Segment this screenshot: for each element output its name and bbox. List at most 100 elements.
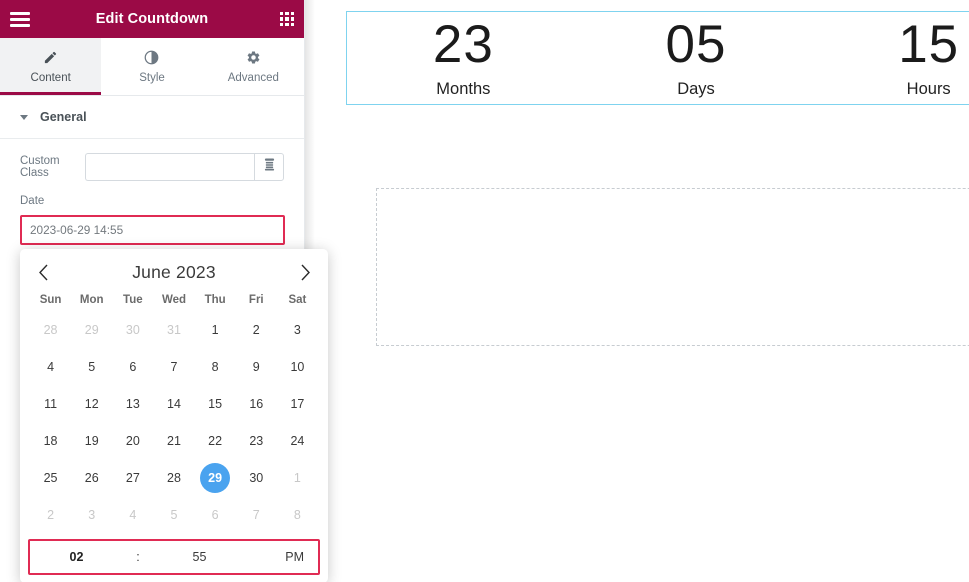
datepicker-day[interactable]: 30 <box>112 311 153 348</box>
database-stack-icon <box>264 158 275 176</box>
datepicker-day[interactable]: 3 <box>71 496 112 533</box>
datepicker-day[interactable]: 14 <box>153 385 194 422</box>
datepicker-day[interactable]: 4 <box>112 496 153 533</box>
chevron-left-icon[interactable] <box>32 259 54 285</box>
date-input[interactable] <box>20 215 285 245</box>
day-number: 23 <box>249 433 264 448</box>
day-number: 9 <box>252 359 260 374</box>
datepicker-day[interactable]: 8 <box>195 348 236 385</box>
countdown-value: 05 <box>665 14 727 74</box>
day-number: 7 <box>170 359 178 374</box>
day-number: 28 <box>43 322 58 337</box>
day-number: 15 <box>208 396 223 411</box>
day-number: 6 <box>211 507 219 522</box>
time-hour[interactable]: 02 <box>38 550 115 564</box>
datepicker-day[interactable]: 19 <box>71 422 112 459</box>
tab-content-label: Content <box>30 72 71 84</box>
day-number: 25 <box>43 470 58 485</box>
datepicker-day[interactable]: 18 <box>30 422 71 459</box>
datepicker-week-row: 11 12 13 14 15 16 17 <box>20 385 328 422</box>
day-number: 3 <box>293 322 301 337</box>
datepicker-day[interactable]: 11 <box>30 385 71 422</box>
datepicker-day[interactable]: 20 <box>112 422 153 459</box>
datepicker-day[interactable]: 24 <box>277 422 318 459</box>
datepicker-day[interactable]: 30 <box>236 459 277 496</box>
datepicker-week-row: 18 19 20 21 22 23 24 <box>20 422 328 459</box>
datepicker-day[interactable]: 2 <box>30 496 71 533</box>
custom-class-input[interactable] <box>85 153 254 181</box>
datepicker-day[interactable]: 12 <box>71 385 112 422</box>
datepicker-day[interactable]: 27 <box>112 459 153 496</box>
datepicker-day[interactable]: 28 <box>153 459 194 496</box>
day-number: 16 <box>249 396 264 411</box>
datepicker-day[interactable]: 28 <box>30 311 71 348</box>
datepicker-day[interactable]: 8 <box>277 496 318 533</box>
datepicker-day[interactable]: 25 <box>30 459 71 496</box>
day-number: 5 <box>88 359 96 374</box>
custom-class-label: Custom Class <box>20 155 60 179</box>
chevron-right-icon[interactable] <box>294 259 316 285</box>
custom-class-dynamic-button[interactable] <box>254 153 284 181</box>
countdown-widget[interactable]: 23 Months 05 Days 15 Hours <box>346 11 969 105</box>
day-number: 20 <box>125 433 140 448</box>
datepicker-day-selected[interactable]: 29 <box>195 459 236 496</box>
tab-content[interactable]: Content <box>0 38 102 95</box>
datepicker-day[interactable]: 22 <box>195 422 236 459</box>
datepicker-day[interactable]: 7 <box>153 348 194 385</box>
countdown-cell: 05 Days <box>580 12 813 104</box>
datepicker-day[interactable]: 10 <box>277 348 318 385</box>
field-custom-class: Custom Class <box>20 153 284 181</box>
time-meridiem[interactable]: PM <box>238 550 310 564</box>
countdown-label: Months <box>436 79 491 98</box>
page-title: Edit Countdown <box>95 11 209 27</box>
day-number: 26 <box>84 470 99 485</box>
section-general-header[interactable]: General <box>0 96 304 139</box>
datepicker-weekday-row: Sun Mon Tue Wed Thu Fri Sat <box>20 289 328 311</box>
datepicker-day[interactable]: 1 <box>277 459 318 496</box>
day-number: 22 <box>208 433 223 448</box>
datepicker-day[interactable]: 4 <box>30 348 71 385</box>
datepicker-day[interactable]: 15 <box>195 385 236 422</box>
datepicker-popup: June 2023 Sun Mon Tue Wed Thu Fri Sat 28… <box>20 249 328 582</box>
time-minute[interactable]: 55 <box>161 550 238 564</box>
datepicker-day[interactable]: 5 <box>153 496 194 533</box>
datepicker-day[interactable]: 2 <box>236 311 277 348</box>
day-number: 17 <box>290 396 305 411</box>
day-number: 11 <box>44 396 58 411</box>
countdown-value: 23 <box>432 14 494 74</box>
day-number: 6 <box>129 359 137 374</box>
datepicker-day[interactable]: 21 <box>153 422 194 459</box>
datepicker-day[interactable]: 26 <box>71 459 112 496</box>
panel-header: Edit Countdown <box>0 0 304 38</box>
datepicker-day[interactable]: 6 <box>112 348 153 385</box>
datepicker-day[interactable]: 3 <box>277 311 318 348</box>
datepicker-day[interactable]: 16 <box>236 385 277 422</box>
tab-style-label: Style <box>139 72 165 84</box>
datepicker-day[interactable]: 23 <box>236 422 277 459</box>
day-number: 18 <box>43 433 58 448</box>
widget-dropzone[interactable]: + Drag widget here <box>376 188 969 346</box>
panel-tabs: Content Style Advanced <box>0 38 304 96</box>
date-label: Date <box>20 195 45 207</box>
tab-style[interactable]: Style <box>101 38 203 95</box>
weekday-label: Thu <box>204 294 226 306</box>
datepicker-time-row: 02 : 55 PM <box>28 539 320 575</box>
datepicker-day[interactable]: 9 <box>236 348 277 385</box>
weekday-label: Wed <box>161 294 187 306</box>
day-number: 12 <box>84 396 99 411</box>
gear-icon <box>246 49 261 65</box>
datepicker-day[interactable]: 1 <box>195 311 236 348</box>
app-root: Edit Countdown Content Style Advanced Ge… <box>0 0 969 582</box>
datepicker-day[interactable]: 17 <box>277 385 318 422</box>
grid-apps-icon[interactable] <box>280 12 294 26</box>
tab-advanced[interactable]: Advanced <box>202 38 304 95</box>
day-number: 8 <box>293 507 301 522</box>
datepicker-day[interactable]: 29 <box>71 311 112 348</box>
datepicker-day[interactable]: 7 <box>236 496 277 533</box>
datepicker-day[interactable]: 5 <box>71 348 112 385</box>
section-general-title: General <box>40 110 87 124</box>
datepicker-week-row: 4 5 6 7 8 9 10 <box>20 348 328 385</box>
datepicker-day[interactable]: 13 <box>112 385 153 422</box>
datepicker-day[interactable]: 31 <box>153 311 194 348</box>
datepicker-day[interactable]: 6 <box>195 496 236 533</box>
